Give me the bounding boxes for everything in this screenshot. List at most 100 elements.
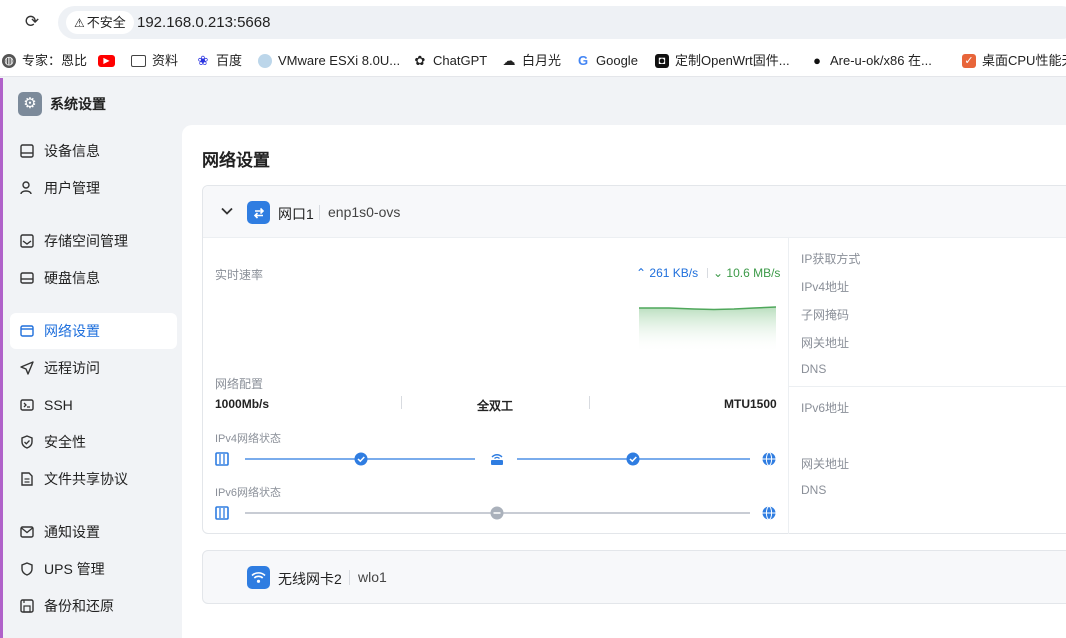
mail-icon xyxy=(19,524,35,540)
ipv4-status-label: IPv4网络状态 xyxy=(215,433,282,445)
ip-info-panel: IP获取方式 IPv4地址 子网掩码 网关地址 DNS IPv6地址 网关地址 … xyxy=(788,238,1066,534)
security-chip[interactable]: ⚠ 不安全 xyxy=(66,11,134,34)
main-panel: 网络设置 网口1 enp1s0-ovs 实时速率 ⌃ 261 KB/s ⌄ 10… xyxy=(182,125,1066,638)
realtime-rate-label: 实时速率 xyxy=(215,268,264,282)
sidebar-item-remote[interactable]: 远程访问 xyxy=(10,350,177,386)
reload-icon[interactable]: ⟳ xyxy=(22,12,42,32)
device-info-icon xyxy=(19,143,35,159)
bookmark-item[interactable]: ☁ 白月光 xyxy=(502,52,561,70)
sidebar: ⚙ 系统设置 设备信息 用户管理 存储空间管理 硬盘信息 网络设置 远程访问 S… xyxy=(0,78,182,638)
url-text[interactable]: 192.168.0.213:5668 xyxy=(137,13,270,32)
bookmark-item[interactable]: ❀ 百度 xyxy=(196,52,242,70)
storage-icon xyxy=(19,233,35,249)
ipv6-status-track xyxy=(215,506,776,520)
wireless-device: wlo1 xyxy=(358,569,387,585)
divider xyxy=(349,570,350,585)
divider xyxy=(789,386,1066,387)
sidebar-item-security[interactable]: 安全性 xyxy=(10,424,177,460)
send-icon xyxy=(19,360,35,376)
disk-icon xyxy=(19,270,35,286)
baidu-icon: ❀ xyxy=(196,53,210,68)
bookmark-item[interactable]: ● Are-u-ok/x86 在... xyxy=(810,52,932,70)
port-device: enp1s0-ovs xyxy=(328,204,401,220)
backup-icon xyxy=(19,598,35,614)
shield-icon xyxy=(19,434,35,450)
device-icon xyxy=(215,452,229,466)
sidebar-item-backup[interactable]: 备份和还原 xyxy=(10,588,177,624)
ip-method-label: IP获取方式 xyxy=(801,252,861,266)
sidebar-item-ssh[interactable]: SSH xyxy=(10,387,177,423)
bookmark-item[interactable]: 资料 xyxy=(131,52,178,70)
app-header: ⚙ 系统设置 xyxy=(18,92,106,116)
sidebar-item-users[interactable]: 用户管理 xyxy=(10,170,177,206)
ipv6-gateway-label: 网关地址 xyxy=(801,457,850,471)
sidebar-item-device-info[interactable]: 设备信息 xyxy=(10,133,177,169)
dns-label: DNS xyxy=(801,362,827,376)
vmware-icon xyxy=(258,54,272,68)
ipv6-dns-label: DNS xyxy=(801,483,827,497)
bookmarks-bar: ◍ 专家：恩比 ▶ 资料 ❀ 百度 VMware ESXi 8.0U... ✿ Cha… xyxy=(0,45,1066,77)
globe-icon: ◍ xyxy=(2,54,16,68)
security-label: 不安全 xyxy=(86,15,126,30)
network-card-port1: 网口1 enp1s0-ovs 实时速率 ⌃ 261 KB/s ⌄ 10.6 MB… xyxy=(202,185,1066,534)
chevron-down-icon[interactable] xyxy=(220,204,234,218)
terminal-icon xyxy=(19,397,35,413)
globe-icon xyxy=(762,452,776,466)
sidebar-item-storage[interactable]: 存储空间管理 xyxy=(10,223,177,259)
cpu-site-icon: ✓ xyxy=(962,54,976,68)
bookmark-item[interactable]: ◘ 定制OpenWrt固件... xyxy=(655,52,790,70)
check-circle-icon xyxy=(626,452,640,466)
subnet-mask-label: 子网掩码 xyxy=(801,308,850,322)
network-card-wireless[interactable]: 无线网卡2 wlo1 xyxy=(202,550,1066,604)
ethernet-swap-icon xyxy=(247,201,270,224)
wifi-icon xyxy=(247,566,270,589)
gateway-label: 网关地址 xyxy=(801,336,850,350)
network-config-label: 网络配置 xyxy=(215,377,264,391)
openwrt-icon: ◘ xyxy=(655,54,669,68)
cloud-icon: ☁ xyxy=(502,53,516,68)
bookmark-item[interactable]: ◍ 专家：恩比 xyxy=(2,52,87,70)
mtu-value: MTU1500 xyxy=(724,397,777,411)
github-icon: ● xyxy=(810,54,824,68)
sidebar-item-notifications[interactable]: 通知设置 xyxy=(10,514,177,550)
arrow-up-icon: ⌃ xyxy=(636,266,647,280)
page-title: 网络设置 xyxy=(202,151,270,170)
link-speed: 1000Mb/s xyxy=(215,397,270,411)
bookmark-item[interactable]: ▶ xyxy=(98,52,121,70)
card-header[interactable]: 网口1 enp1s0-ovs xyxy=(203,186,1066,238)
device-icon xyxy=(215,506,229,520)
divider xyxy=(589,396,590,409)
warning-icon: ⚠ xyxy=(74,16,85,30)
file-icon xyxy=(19,471,35,487)
network-icon xyxy=(19,323,35,339)
divider xyxy=(401,396,402,409)
bookmark-item[interactable]: VMware ESXi 8.0U... xyxy=(258,52,400,70)
sidebar-item-disk[interactable]: 硬盘信息 xyxy=(10,260,177,296)
ipv6-address-label: IPv6地址 xyxy=(801,401,850,415)
pending-circle-icon xyxy=(490,506,504,520)
ipv4-address-label: IPv4地址 xyxy=(801,280,850,294)
folder-icon xyxy=(131,55,146,67)
wireless-name: 无线网卡2 xyxy=(278,571,342,587)
sidebar-item-file-sharing[interactable]: 文件共享协议 xyxy=(10,461,177,497)
gear-icon: ⚙ xyxy=(18,92,42,116)
arrow-down-icon: ⌄ xyxy=(713,266,724,280)
ipv6-status-label: IPv6网络状态 xyxy=(215,487,282,499)
bookmark-item[interactable]: ✓ 桌面CPU性能天 xyxy=(962,52,1066,70)
ipv4-status-track xyxy=(215,452,776,466)
sidebar-item-ups[interactable]: UPS 管理 xyxy=(10,551,177,587)
router-icon xyxy=(491,454,503,465)
bookmark-item[interactable]: G Google xyxy=(576,52,638,70)
user-icon xyxy=(19,180,35,196)
ups-shield-icon xyxy=(19,561,35,577)
port-name: 网口1 xyxy=(278,206,314,222)
app-title: 系统设置 xyxy=(50,96,106,112)
google-icon: G xyxy=(576,53,590,68)
url-box[interactable]: ⚠ 不安全 192.168.0.213:5668 xyxy=(58,6,1066,39)
browser-address-bar: ⟳ ⚠ 不安全 192.168.0.213:5668 xyxy=(0,0,1066,45)
bookmark-item[interactable]: ✿ ChatGPT xyxy=(413,52,487,70)
traffic-sparkline xyxy=(639,306,776,353)
youtube-icon: ▶ xyxy=(98,55,115,67)
check-circle-icon xyxy=(354,452,368,466)
sidebar-item-network[interactable]: 网络设置 xyxy=(10,313,177,349)
